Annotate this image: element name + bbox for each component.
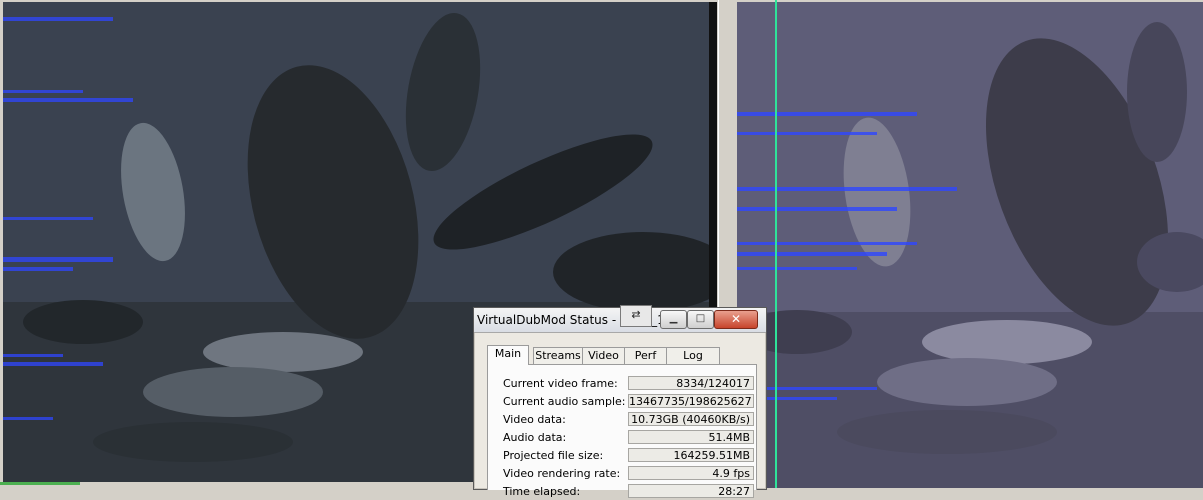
stat-value: 10.73GB (40460KB/s) xyxy=(628,412,754,426)
stat-value: 28:27 xyxy=(628,484,754,498)
stat-label: Time elapsed: xyxy=(503,485,581,498)
stat-row-time-elapsed: Time elapsed: 28:27 xyxy=(503,484,758,500)
stat-row-video-frame: Current video frame: 8334/124017 xyxy=(503,376,758,392)
main-tab-panel: Current video frame: 8334/124017 Current… xyxy=(487,364,758,498)
output-video-pane xyxy=(737,2,1203,488)
stat-value: 13467735/198625627 xyxy=(628,394,754,408)
close-button[interactable]: ✕ xyxy=(714,310,758,329)
stat-label: Current audio sample: xyxy=(503,395,626,408)
stat-row-video-data: Video data: 10.73GB (40460KB/s) xyxy=(503,412,758,428)
tab-video[interactable]: Video xyxy=(582,347,625,364)
stat-label: Video data: xyxy=(503,413,566,426)
maximize-button[interactable]: □ xyxy=(687,310,714,329)
stat-label: Audio data: xyxy=(503,431,567,444)
stat-row-audio-sample: Current audio sample: 13467735/198625627 xyxy=(503,394,758,410)
stat-row-render-rate: Video rendering rate: 4.9 fps xyxy=(503,466,758,482)
dialog-titlebar[interactable]: VirtualDubMod Status - [DVD_1... ⇄ ▁ □ ✕ xyxy=(474,305,766,333)
stat-label: Video rendering rate: xyxy=(503,467,621,480)
tab-perf[interactable]: Perf xyxy=(624,347,667,364)
output-video-frame xyxy=(737,2,1203,488)
stat-row-audio-data: Audio data: 51.4MB xyxy=(503,430,758,446)
swap-icon: ⇄ xyxy=(620,305,652,327)
frame-cursor-line xyxy=(775,0,777,488)
stat-value: 4.9 fps xyxy=(628,466,754,480)
stat-value: 8334/124017 xyxy=(628,376,754,390)
position-indicator xyxy=(0,482,80,485)
stat-label: Current video frame: xyxy=(503,377,618,390)
stat-value: 51.4MB xyxy=(628,430,754,444)
stat-row-projected-size: Projected file size: 164259.51MB xyxy=(503,448,758,464)
stat-value: 164259.51MB xyxy=(628,448,754,462)
minimize-button[interactable]: ▁ xyxy=(660,310,687,329)
tab-log[interactable]: Log xyxy=(666,347,720,364)
tab-main[interactable]: Main xyxy=(487,345,529,365)
tab-streams[interactable]: Streams xyxy=(533,347,583,364)
stat-label: Projected file size: xyxy=(503,449,604,462)
status-dialog: VirtualDubMod Status - [DVD_1... ⇄ ▁ □ ✕… xyxy=(473,305,767,498)
